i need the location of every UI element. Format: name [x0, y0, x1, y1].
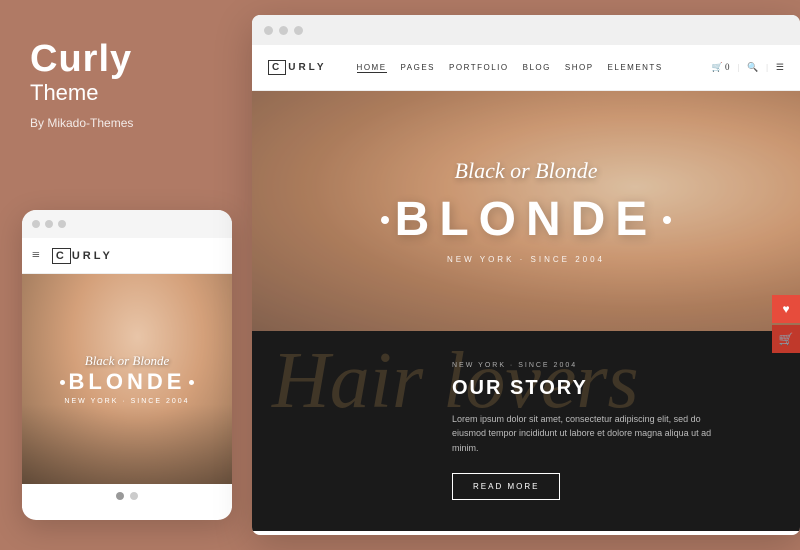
mobile-hero-script: Black or Blonde	[60, 353, 195, 369]
desktop-nav-icons: 🛒 0 | 🔍 | ☰	[712, 62, 784, 73]
mobile-hero-tagline: NEW YORK · SINCE 2004	[60, 398, 195, 405]
desktop-logo: CURLY	[268, 60, 327, 75]
mobile-dot-1	[32, 220, 40, 228]
desktop-logo-bracket: C	[268, 60, 286, 75]
nav-link-elements[interactable]: ELEMENTS	[608, 63, 663, 73]
desktop-dot-2	[279, 26, 288, 35]
mobile-indicators	[22, 484, 232, 508]
brand-title: Curly	[30, 40, 132, 78]
desktop-dot-1	[264, 26, 273, 35]
desktop-hero-tagline: NEW YORK · SINCE 2004	[447, 255, 605, 264]
desktop-preview: CURLY HOME PAGES PORTFOLIO BLOG SHOP ELE…	[252, 15, 800, 535]
mobile-dot-left	[60, 380, 65, 385]
left-panel: Curly Theme By Mikado-Themes ≡ CURLY Bla…	[0, 0, 248, 550]
indicator-2	[130, 492, 138, 500]
mobile-logo: CURLY	[52, 250, 113, 262]
desktop-top-bar	[252, 15, 800, 45]
mobile-hero-title: BLONDE	[60, 369, 195, 395]
mobile-dot-3	[58, 220, 66, 228]
story-body: Lorem ipsum dolor sit amet, consectetur …	[452, 412, 732, 455]
desktop-nav: CURLY HOME PAGES PORTFOLIO BLOG SHOP ELE…	[252, 45, 800, 91]
brand-subtitle: Theme	[30, 80, 98, 106]
desktop-hero-title: BLONDE	[381, 192, 672, 247]
cart-icon[interactable]: 🛒 0	[712, 62, 730, 73]
read-more-button[interactable]: READ MORE	[452, 473, 560, 500]
blonde-dot-left	[381, 216, 389, 224]
story-eyebrow: NEW YORK · SINCE 2004	[452, 362, 732, 369]
mobile-hero-text: Black or Blonde BLONDE NEW YORK · SINCE …	[60, 353, 195, 405]
search-icon[interactable]: 🔍	[747, 62, 758, 73]
desktop-story-section: Hair lovers NEW YORK · SINCE 2004 OUR ST…	[252, 331, 800, 531]
mobile-hero-overlay	[22, 404, 232, 484]
mobile-dot-2	[45, 220, 53, 228]
desktop-hero-script: Black or Blonde	[455, 158, 598, 184]
mobile-logo-bracket: C	[52, 248, 71, 264]
blonde-dot-right	[663, 216, 671, 224]
desktop-dot-3	[294, 26, 303, 35]
mobile-dot-right	[189, 380, 194, 385]
story-title: OUR STORY	[452, 377, 732, 400]
story-content: NEW YORK · SINCE 2004 OUR STORY Lorem ip…	[252, 331, 782, 531]
nav-link-pages[interactable]: PAGES	[401, 63, 435, 73]
desktop-nav-links: HOME PAGES PORTFOLIO BLOG SHOP ELEMENTS	[357, 63, 663, 73]
mobile-hero: Black or Blonde BLONDE NEW YORK · SINCE …	[22, 274, 232, 484]
nav-link-home[interactable]: HOME	[357, 63, 387, 73]
mobile-preview: ≡ CURLY Black or Blonde BLONDE NEW YORK …	[22, 210, 232, 520]
nav-link-blog[interactable]: BLOG	[523, 63, 551, 73]
nav-link-portfolio[interactable]: PORTFOLIO	[449, 63, 509, 73]
menu-icon[interactable]: ☰	[776, 62, 784, 73]
nav-link-shop[interactable]: SHOP	[565, 63, 594, 73]
desktop-hero: Black or Blonde BLONDE NEW YORK · SINCE …	[252, 91, 800, 331]
mobile-nav: ≡ CURLY	[22, 238, 232, 274]
brand-author: By Mikado-Themes	[30, 116, 133, 130]
indicator-1	[116, 492, 124, 500]
mobile-top-bar	[22, 210, 232, 238]
hamburger-icon: ≡	[32, 248, 40, 264]
desktop-hero-content: Black or Blonde BLONDE NEW YORK · SINCE …	[252, 91, 800, 331]
